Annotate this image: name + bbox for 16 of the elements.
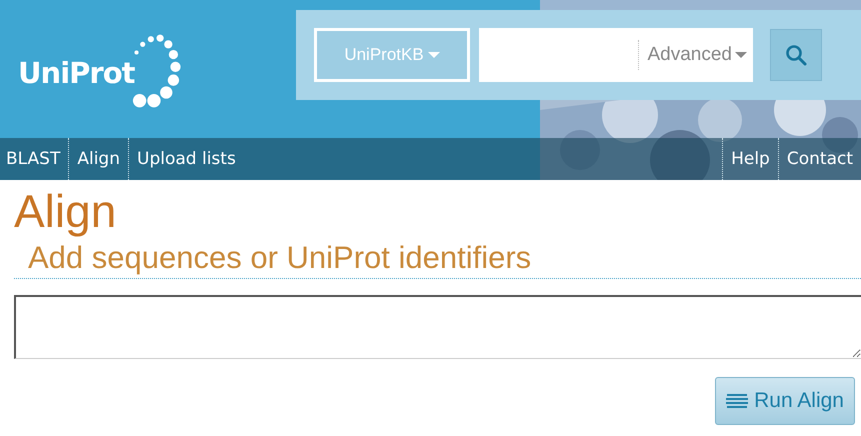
search-button[interactable]	[770, 29, 822, 81]
nav-link[interactable]: Contact	[778, 138, 861, 180]
run-align-button[interactable]: Run Align	[715, 377, 855, 425]
caret-icon	[735, 52, 747, 58]
nav-link[interactable]: Upload lists	[128, 138, 244, 180]
search-icon	[784, 43, 808, 67]
lines-icon	[726, 393, 748, 409]
search-field[interactable]: Advanced	[479, 28, 753, 82]
nav-link[interactable]: Align	[68, 138, 128, 180]
nav-link[interactable]: Help	[722, 138, 778, 180]
section-heading: Add sequences or UniProt identifiers	[28, 240, 532, 276]
sequence-input-field[interactable]	[14, 295, 861, 359]
caret-icon	[428, 52, 440, 58]
nav-link[interactable]: BLAST	[0, 138, 68, 180]
page-title: Align	[14, 186, 118, 236]
advanced-dropdown[interactable]: Advanced	[638, 40, 753, 70]
